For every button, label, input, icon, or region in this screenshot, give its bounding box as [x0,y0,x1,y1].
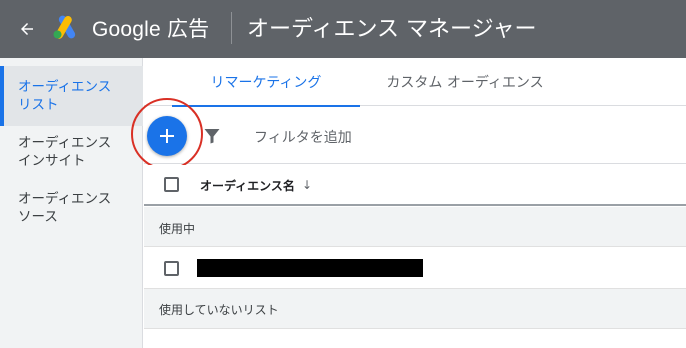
brand-google: Google [92,18,161,41]
row-checkbox[interactable] [164,261,179,276]
sidebar-item-audience-insight[interactable]: オーディエンス インサイト [0,130,143,174]
select-all-checkbox[interactable] [164,177,179,192]
add-filter-label[interactable]: フィルタを追加 [254,127,352,147]
arrow-back-icon [21,23,33,35]
brand-ads: 広告 [166,17,210,41]
column-header-audience-name[interactable]: オーディエンス名 [200,177,295,194]
redacted-audience-name [197,259,423,277]
sidebar-item-audience-list[interactable]: オーディエンス リスト [0,66,143,126]
sidebar-item-label: インサイト [18,153,86,169]
arrow-down-icon[interactable]: ↓ [302,178,312,192]
filter-icon[interactable] [204,128,220,144]
group-label-in-use: 使用中 [159,222,196,236]
tab-remarketing[interactable]: リマーケティング [172,58,360,107]
plus-icon [160,129,174,143]
group-label-unused: 使用していないリスト [159,303,279,317]
sidebar-item-audience-source[interactable]: オーディエンス ソース [0,186,143,230]
table-bottom-area [144,330,686,348]
sidebar: オーディエンス リスト オーディエンス インサイト オーディエンス ソース [0,58,143,348]
back-button[interactable] [12,14,42,44]
filter-bar [144,107,686,164]
sidebar-item-label: オーディエンス [18,79,112,95]
sidebar-item-label: オーディエンス [18,191,112,207]
sidebar-item-label: ソース [18,209,58,225]
tab-custom-audience[interactable]: カスタム オーディエンス [370,58,560,106]
google-ads-logo [53,15,76,39]
page-title: オーディエンス マネージャー [247,17,537,42]
sidebar-item-label: オーディエンス [18,135,112,151]
header-divider [231,12,232,44]
sidebar-item-label: リスト [18,97,59,113]
group-row-in-use [144,207,686,247]
app-header: Google 広告 オーディエンス マネージャー [0,0,686,58]
brand-name: Google 広告 [92,13,209,43]
add-audience-button[interactable] [147,116,187,156]
tab-bar: リマーケティング カスタム オーディエンス [144,58,686,107]
